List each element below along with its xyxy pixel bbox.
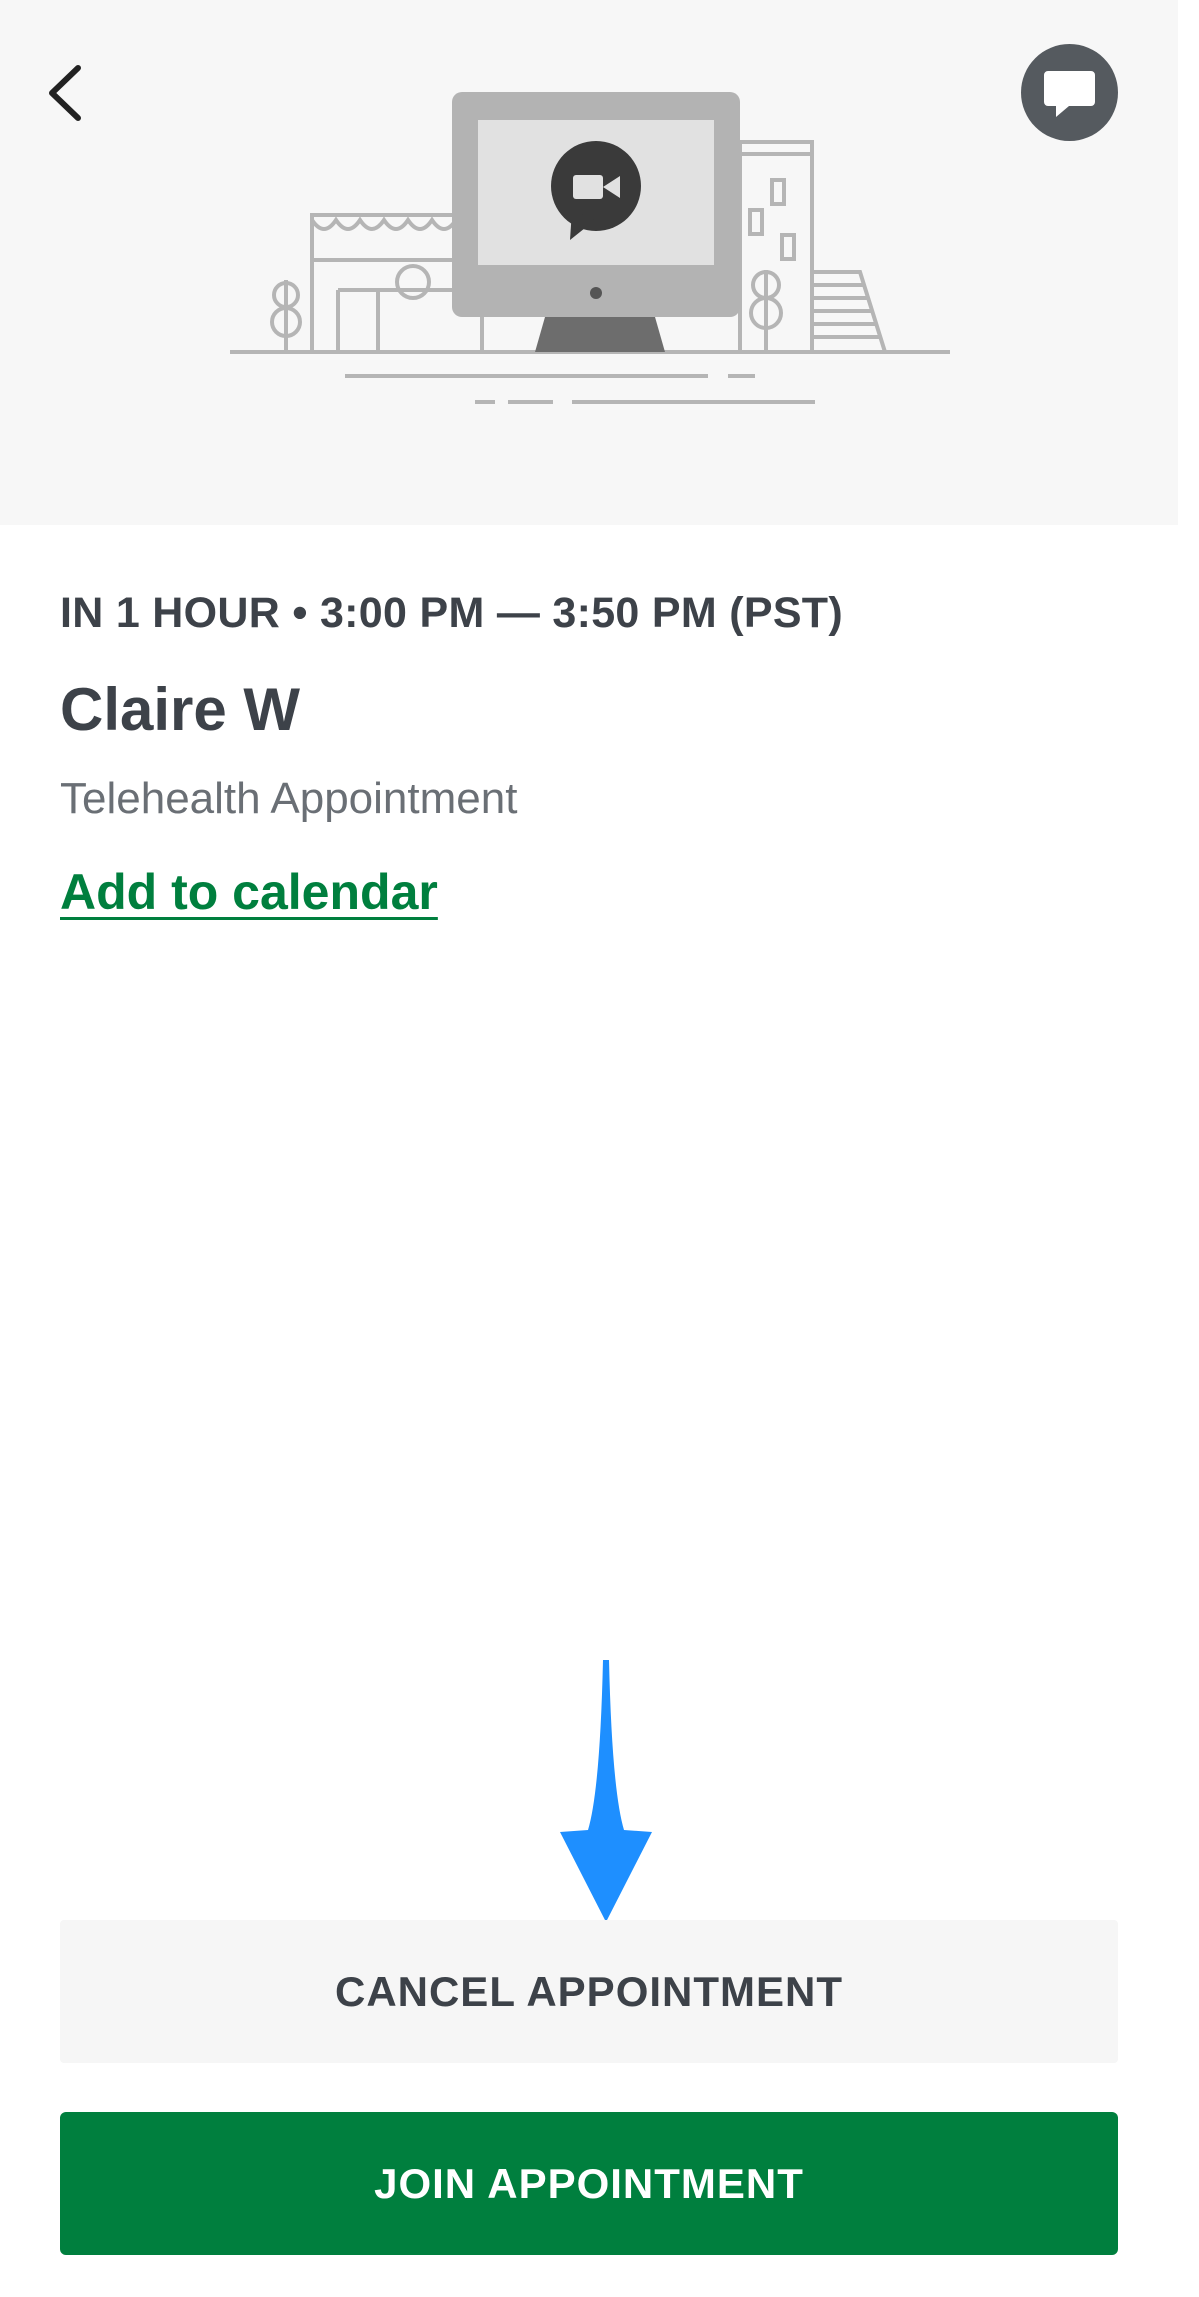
add-to-calendar-link[interactable]: Add to calendar	[60, 861, 438, 923]
join-appointment-button[interactable]: JOIN APPOINTMENT	[60, 2112, 1118, 2255]
annotation-arrow-down-icon	[560, 1660, 652, 1922]
back-button[interactable]	[38, 58, 98, 128]
provider-name: Claire W	[60, 676, 301, 743]
hero-banner	[0, 0, 1178, 525]
appointment-details-screen: IN 1 HOUR • 3:00 PM — 3:50 PM (PST) Clai…	[0, 0, 1199, 2297]
appointment-details: IN 1 HOUR • 3:00 PM — 3:50 PM (PST) Clai…	[60, 585, 1139, 923]
appointment-type: Telehealth Appointment	[60, 774, 518, 823]
telehealth-monitor-illustration	[230, 92, 950, 404]
cancel-appointment-button[interactable]: CANCEL APPOINTMENT	[60, 1920, 1118, 2063]
chat-button[interactable]	[1021, 44, 1118, 141]
appointment-time: IN 1 HOUR • 3:00 PM — 3:50 PM (PST)	[60, 589, 843, 637]
chevron-left-icon	[49, 65, 81, 121]
chat-bubble-icon	[1044, 71, 1095, 117]
